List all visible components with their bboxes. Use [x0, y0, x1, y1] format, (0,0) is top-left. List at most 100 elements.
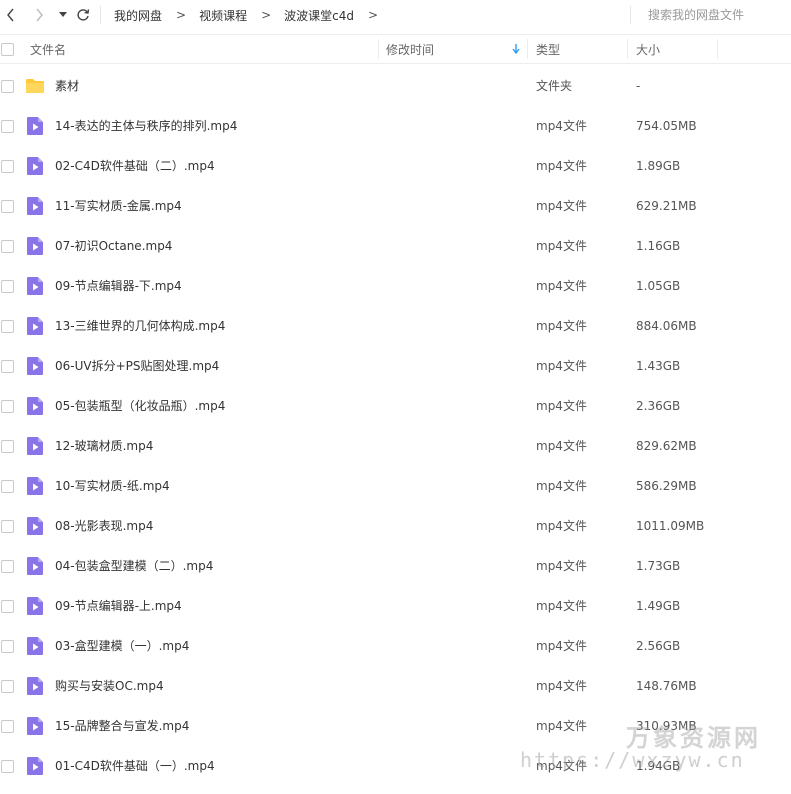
file-row[interactable]: 10-写实材质-纸.mp4 mp4文件 586.29MB [0, 466, 791, 506]
row-checkbox[interactable] [1, 520, 14, 533]
video-file-icon [25, 636, 45, 656]
video-file-icon [25, 276, 45, 296]
breadcrumb-item-video-courses[interactable]: 视频课程 [199, 7, 247, 24]
file-size: 1.49GB [636, 599, 681, 613]
row-checkbox[interactable] [1, 200, 14, 213]
file-size: 310.93MB [636, 719, 697, 733]
file-type: mp4文件 [536, 279, 587, 293]
column-header-modified-label: 修改时间 [386, 42, 435, 57]
top-navigation-bar: 我的网盘 > 视频课程 > 波波课堂c4d > [0, 0, 791, 30]
file-row[interactable]: 06-UV拆分+PS贴图处理.mp4 mp4文件 1.43GB [0, 346, 791, 386]
select-all-checkbox[interactable] [1, 43, 14, 56]
file-name[interactable]: 09-节点编辑器-下.mp4 [55, 266, 182, 306]
video-file-icon [25, 716, 45, 736]
file-type: mp4文件 [536, 159, 587, 173]
refresh-button[interactable] [72, 4, 94, 26]
breadcrumb-item-current-folder[interactable]: 波波课堂c4d [284, 7, 354, 24]
file-name[interactable]: 10-写实材质-纸.mp4 [55, 466, 170, 506]
file-row[interactable]: 09-节点编辑器-上.mp4 mp4文件 1.49GB [0, 586, 791, 626]
file-name[interactable]: 02-C4D软件基础（二）.mp4 [55, 146, 215, 186]
row-checkbox[interactable] [1, 680, 14, 693]
file-row[interactable]: 15-品牌整合与宣发.mp4 mp4文件 310.93MB [0, 706, 791, 746]
row-checkbox[interactable] [1, 720, 14, 733]
file-name[interactable]: 12-玻璃材质.mp4 [55, 426, 153, 466]
file-row[interactable]: 01-C4D软件基础（一）.mp4 mp4文件 1.94GB [0, 746, 791, 786]
file-row[interactable]: 02-C4D软件基础（二）.mp4 mp4文件 1.89GB [0, 146, 791, 186]
file-type: mp4文件 [536, 399, 587, 413]
file-size: - [636, 79, 641, 93]
row-checkbox[interactable] [1, 320, 14, 333]
file-type: mp4文件 [536, 599, 587, 613]
column-divider[interactable] [378, 39, 379, 59]
row-checkbox[interactable] [1, 760, 14, 773]
column-header-modified[interactable]: 修改时间 [386, 35, 526, 63]
back-button[interactable] [0, 4, 22, 26]
refresh-icon [77, 9, 90, 21]
column-header-type[interactable]: 类型 [536, 35, 626, 63]
file-name[interactable]: 15-品牌整合与宣发.mp4 [55, 706, 189, 746]
file-type: mp4文件 [536, 719, 587, 733]
file-name[interactable]: 素材 [55, 66, 79, 106]
video-file-icon [25, 516, 45, 536]
row-checkbox[interactable] [1, 280, 14, 293]
column-header-name[interactable]: 文件名 [30, 35, 378, 63]
file-name[interactable]: 04-包装盒型建模（二）.mp4 [55, 546, 213, 586]
row-checkbox[interactable] [1, 400, 14, 413]
breadcrumb-item-my-disk[interactable]: 我的网盘 [114, 7, 162, 24]
row-checkbox[interactable] [1, 80, 14, 93]
file-type: mp4文件 [536, 559, 587, 573]
file-row[interactable]: 11-写实材质-金属.mp4 mp4文件 629.21MB [0, 186, 791, 226]
file-name[interactable]: 14-表达的主体与秩序的排列.mp4 [55, 106, 237, 146]
history-dropdown-button[interactable] [56, 4, 70, 26]
file-name[interactable]: 07-初识Octane.mp4 [55, 226, 172, 266]
file-name[interactable]: 11-写实材质-金属.mp4 [55, 186, 182, 226]
file-row[interactable]: 05-包装瓶型（化妆品瓶）.mp4 mp4文件 2.36GB [0, 386, 791, 426]
breadcrumb: 我的网盘 > 视频课程 > 波波课堂c4d > [114, 0, 391, 30]
toolbar-divider [100, 6, 101, 24]
file-name[interactable]: 08-光影表现.mp4 [55, 506, 153, 546]
file-row[interactable]: 14-表达的主体与秩序的排列.mp4 mp4文件 754.05MB [0, 106, 791, 146]
row-checkbox[interactable] [1, 480, 14, 493]
file-type: mp4文件 [536, 479, 587, 493]
file-size: 629.21MB [636, 199, 697, 213]
file-row[interactable]: 12-玻璃材质.mp4 mp4文件 829.62MB [0, 426, 791, 466]
file-size: 1.43GB [636, 359, 681, 373]
file-row[interactable]: 13-三维世界的几何体构成.mp4 mp4文件 884.06MB [0, 306, 791, 346]
file-row[interactable]: 09-节点编辑器-下.mp4 mp4文件 1.05GB [0, 266, 791, 306]
video-file-icon [25, 556, 45, 576]
file-name[interactable]: 13-三维世界的几何体构成.mp4 [55, 306, 225, 346]
row-checkbox[interactable] [1, 360, 14, 373]
column-divider[interactable] [527, 39, 528, 59]
file-row[interactable]: 07-初识Octane.mp4 mp4文件 1.16GB [0, 226, 791, 266]
column-divider[interactable] [717, 39, 718, 59]
search-input[interactable] [640, 6, 791, 24]
file-name[interactable]: 购买与安装OC.mp4 [55, 666, 164, 706]
file-row[interactable]: 03-盒型建模（一）.mp4 mp4文件 2.56GB [0, 626, 791, 666]
chevron-right-icon [36, 8, 43, 22]
file-type: mp4文件 [536, 679, 587, 693]
row-checkbox[interactable] [1, 600, 14, 613]
file-name[interactable]: 03-盒型建模（一）.mp4 [55, 626, 189, 666]
file-row[interactable]: 08-光影表现.mp4 mp4文件 1011.09MB [0, 506, 791, 546]
file-row[interactable]: 素材 文件夹 - [0, 66, 791, 106]
row-checkbox[interactable] [1, 640, 14, 653]
column-header-size-label: 大小 [636, 42, 661, 57]
file-name[interactable]: 01-C4D软件基础（一）.mp4 [55, 746, 215, 786]
file-name[interactable]: 05-包装瓶型（化妆品瓶）.mp4 [55, 386, 225, 426]
file-size: 1.89GB [636, 159, 681, 173]
file-name[interactable]: 06-UV拆分+PS贴图处理.mp4 [55, 346, 219, 386]
forward-button[interactable] [28, 4, 50, 26]
file-row[interactable]: 购买与安装OC.mp4 mp4文件 148.76MB [0, 666, 791, 706]
file-row[interactable]: 04-包装盒型建模（二）.mp4 mp4文件 1.73GB [0, 546, 791, 586]
row-checkbox[interactable] [1, 440, 14, 453]
column-header-size[interactable]: 大小 [636, 35, 716, 63]
row-checkbox[interactable] [1, 120, 14, 133]
breadcrumb-separator: > [176, 8, 187, 22]
row-checkbox[interactable] [1, 160, 14, 173]
row-checkbox[interactable] [1, 240, 14, 253]
file-type: mp4文件 [536, 519, 587, 533]
column-divider[interactable] [627, 39, 628, 59]
video-file-icon [25, 676, 45, 696]
row-checkbox[interactable] [1, 560, 14, 573]
file-name[interactable]: 09-节点编辑器-上.mp4 [55, 586, 182, 626]
